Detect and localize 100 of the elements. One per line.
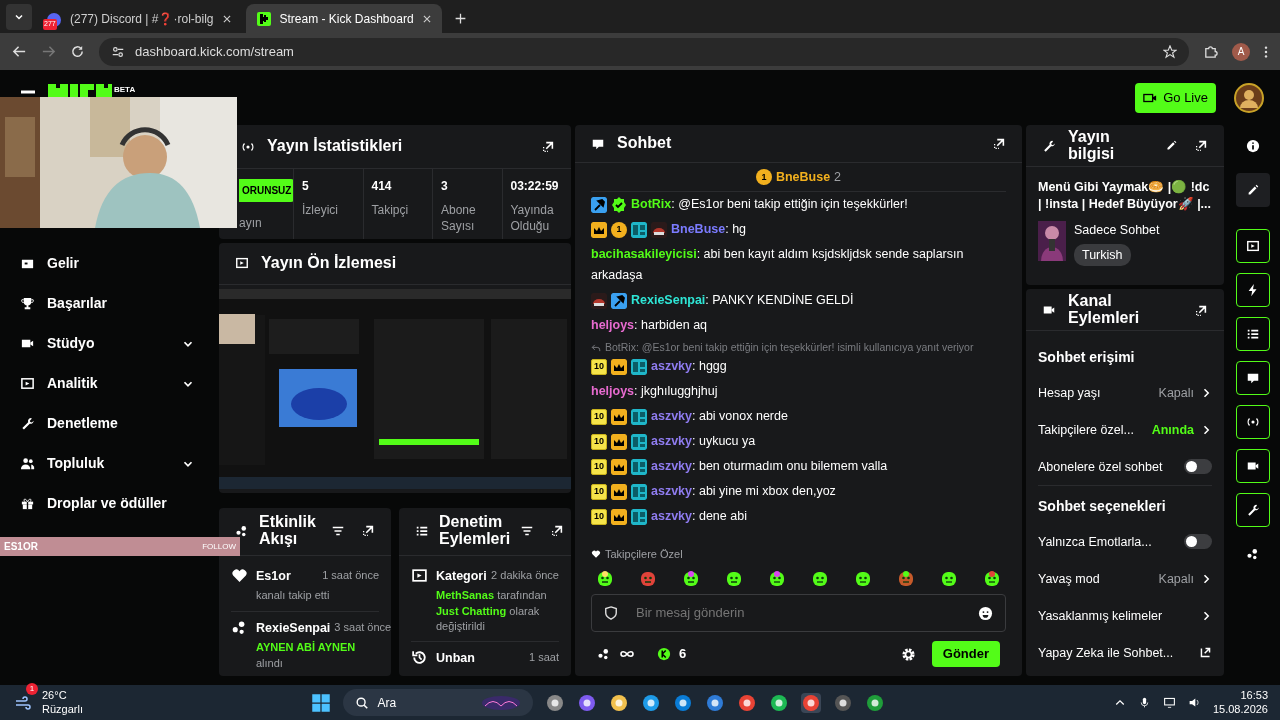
sidebar-item[interactable]: Droplar ve ödüller (0, 483, 215, 523)
address-bar[interactable]: dashboard.kick.com/stream (99, 37, 1189, 66)
subscriber-badge: 10 (591, 508, 607, 525)
setting-value: Kapalı (1158, 384, 1194, 402)
weather-condition: Rüzgarlı (42, 702, 83, 716)
action-title: Kategori (436, 567, 487, 585)
stat-label: Abone Sayısı (441, 203, 477, 235)
setting-row[interactable]: Yavaş mod Kapalı (1038, 560, 1212, 598)
chat-message: heljoys: harbiden aq (591, 316, 709, 334)
event-text: MethSanas tarafından Just Chatting olarak değiştirildi (436, 588, 548, 635)
beta-label: BETA (114, 84, 136, 96)
reply-text: BotRix: @Es1or beni takip ettiğin için teşekkürler! isimli kullanıcıya yanıt veriyor (605, 339, 974, 355)
gift-badge: 1 (611, 221, 627, 238)
stream-title: Menü Gibi Yaymak🥯 |🟢 !dc | !insta | Hedef Büyüyor🚀 |... (1038, 179, 1212, 213)
tab-title: (277) Discord | #❓·rol-bilg (70, 10, 214, 28)
gift-badge: 1 (755, 169, 772, 186)
emote-section-label: Takipçilere Özel (605, 546, 683, 562)
section-heading: Sohbet erişimi (1038, 348, 1136, 368)
clock-time: 16:53 (1239, 689, 1268, 703)
setting-row[interactable]: Abonelere özel sohbet (1038, 448, 1212, 486)
timestamp: 3 saat önce (334, 619, 391, 635)
panel-title: Yayın Ön İzlemesi (261, 254, 397, 272)
chat-message: BotRix: @Es1or beni takip ettiğin için teşekkürler! (631, 195, 909, 213)
chat-message: BneBuse: hg (671, 220, 748, 238)
setting-row[interactable]: Yalnızca Emotlarla... (1038, 523, 1212, 561)
stat-label: Takipçi (371, 203, 410, 219)
username[interactable]: BneBuse (775, 168, 831, 187)
setting-row[interactable]: Yasaklanmış kelimeler (1038, 597, 1212, 635)
panel-title: Etkinlik Akışı (259, 514, 316, 548)
timestamp: 1 saat önce (322, 567, 379, 583)
setting-label: Hesap yaşı (1038, 384, 1101, 402)
setting-label: Yasaklanmış kelimeler (1038, 607, 1163, 625)
panel-title: Denetim Eylemleri (439, 514, 511, 548)
event-text: AYNEN ABİ AYNEN alındı (256, 640, 357, 671)
notification-badge: 1 (26, 683, 38, 696)
chat-message: bacihasakileyicisi: abi ben kayıt aldım ksjdskljdsk sende saplarsın arkadaşa (591, 245, 965, 284)
tab-title: Stream - Kick Dashboard (279, 10, 414, 28)
message-field[interactable]: Bir mesaj gönderin (591, 594, 1006, 632)
setting-row[interactable]: Hesap yaşı Kapalı (1038, 374, 1212, 412)
timestamp: 2 dakika önce (491, 567, 559, 583)
gift-count: 2 (834, 169, 842, 186)
browser-tab[interactable]: Stream - Kick Dashboard (245, 4, 442, 33)
sidebar-item[interactable]: Denetleme (0, 403, 215, 443)
chat-message: RexieSenpai: PANKY KENDİNE GELDİ (631, 291, 855, 309)
stat-value: 5 (302, 178, 310, 195)
chat-message: aszvky: hggg (651, 357, 728, 375)
chat-message: aszvky: abi yine mi xbox den,yoz (651, 482, 837, 500)
chat-message: aszvky: abi vonox nerde (651, 407, 789, 425)
chat-message: aszvky: dene abi (651, 507, 748, 525)
profile-avatar[interactable]: A (1232, 42, 1250, 61)
stat-value: 03:22:59 (510, 178, 560, 195)
stat-value: 3 (441, 178, 449, 195)
message-input[interactable]: Bir mesaj gönderin (634, 602, 962, 624)
stat-value: 414 (371, 178, 393, 195)
event-text: kanalı takip etti (256, 588, 331, 604)
setting-label: Takipçilere özel... (1038, 421, 1134, 439)
search-field[interactable]: Ara (343, 689, 534, 716)
sidebar-item[interactable]: Başarılar (0, 283, 215, 323)
sidebar-item[interactable]: Gelir (0, 243, 215, 283)
setting-value: Kapalı (1158, 570, 1194, 588)
subscriber-badge: 10 (591, 458, 607, 475)
url-text: dashboard.kick.com/stream (135, 42, 294, 61)
panel-title: Kanal Eylemleri (1068, 293, 1140, 327)
timestamp: 1 saat (529, 650, 559, 666)
panel-title: Sohbet (617, 135, 672, 152)
section-heading: Sohbet seçenekleri (1038, 485, 1212, 524)
clock-date: 15.08.2026 (1212, 702, 1268, 716)
category-name[interactable]: Sadece Sohbet (1074, 220, 1160, 240)
sidebar-item[interactable]: Stüdyo (0, 323, 215, 363)
setting-row[interactable]: Takipçilere özel... Anında (1038, 411, 1212, 449)
follower-name: ES1OR (4, 540, 38, 554)
setting-label: Abonelere özel sohbet (1038, 458, 1163, 476)
go-live-button[interactable]: Go Live (1135, 82, 1216, 113)
chat-message: heljoys: jkghılugghjhuj (591, 382, 719, 400)
sidebar-item[interactable]: Topluluk (0, 443, 215, 483)
stat-label: İzleyici (302, 203, 339, 219)
subscriber-badge: 10 (591, 358, 607, 375)
clock[interactable]: 16:53 15.08.2026 (1212, 689, 1268, 716)
status-badge: ORUNSUZ (239, 179, 295, 202)
setting-row[interactable]: Yapay Zeka ile Sohbet... (1038, 634, 1212, 672)
stat-label: ayın (239, 215, 263, 232)
subscriber-badge: 10 (591, 433, 607, 450)
panel-title: Yayın bilgisi (1068, 128, 1115, 163)
follow-label: FOLLOW (202, 540, 236, 553)
stat-label: Yayında Olduğu (510, 203, 555, 235)
send-button[interactable]: Gönder (931, 641, 1000, 667)
panel-title: Yayın İstatistikleri (267, 138, 403, 155)
subscriber-badge: 10 (591, 408, 607, 425)
points-count: 6 (679, 645, 687, 664)
chat-message: aszvky: uykucu ya (651, 432, 757, 450)
chat-message: aszvky: ben oturmadım onu bilemem valla (651, 457, 889, 475)
setting-label: Yalnızca Emotlarla... (1038, 533, 1152, 551)
sidebar-item[interactable]: Analitik (0, 363, 215, 403)
language-tag: Turkish (1074, 243, 1131, 267)
setting-label: Yapay Zeka ile Sohbet... (1038, 644, 1174, 662)
setting-label: Yavaş mod (1038, 570, 1100, 588)
search-placeholder: Ara (377, 694, 397, 712)
temperature: 26°C (42, 689, 68, 703)
action-title: Unban (436, 650, 475, 668)
subscriber-badge: 10 (591, 483, 607, 500)
